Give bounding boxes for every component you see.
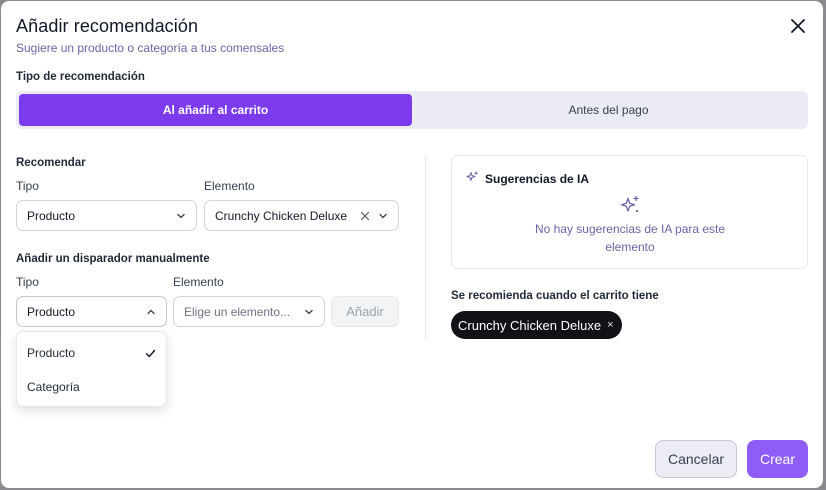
dropdown-option-label: Producto [27,346,76,360]
sparkles-icon [620,195,641,216]
recommend-type-value: Producto [27,208,76,223]
cart-trigger-chip: Crunchy Chicken Deluxe × [451,311,622,339]
add-recommendation-dialog: Añadir recomendación Sugiere un producto… [1,1,823,488]
remove-chip-icon[interactable]: × [607,319,613,331]
recommend-element-select[interactable]: Crunchy Chicken Deluxe [204,200,399,231]
recommend-type-select[interactable]: Producto [16,200,197,231]
manual-element-placeholder: Elige un elemento... [184,304,291,319]
chevron-down-icon [378,211,388,221]
manual-type-label: Tipo [16,275,39,289]
cart-trigger-chip-label: Crunchy Chicken Deluxe [458,317,602,333]
dropdown-option-producto[interactable]: Producto [17,339,166,367]
check-icon [145,348,156,359]
chevron-down-icon [176,211,186,221]
manual-type-select[interactable]: Producto [16,296,167,327]
ai-suggestions-card: Sugerencias de IA No hay sugerencias de … [451,155,808,269]
tab-on-add-to-cart[interactable]: Al añadir al carrito [19,94,412,126]
recommend-section-label: Recomendar [16,157,86,169]
dialog-title: Añadir recomendación [16,16,199,36]
recommend-element-value: Crunchy Chicken Deluxe [215,208,348,223]
recommend-element-label: Elemento [204,179,255,193]
type-dropdown-menu: Producto Categoría [16,331,167,407]
manual-element-label: Elemento [173,275,224,289]
ai-suggestions-title: Sugerencias de IA [485,172,590,186]
add-trigger-button[interactable]: Añadir [331,296,399,327]
dropdown-option-categoria[interactable]: Categoría [17,373,166,401]
column-divider [425,155,426,339]
cancel-button[interactable]: Cancelar [655,440,737,478]
sparkles-icon [466,171,479,184]
recommend-type-label: Tipo [16,179,39,193]
recommendation-type-toggle: Al añadir al carrito Antes del pago [16,91,808,129]
chevron-up-icon [146,307,156,317]
clear-icon[interactable] [360,211,370,221]
cart-trigger-label: Se recomienda cuando el carrito tiene [451,290,659,302]
manual-element-select[interactable]: Elige un elemento... [173,296,325,327]
close-icon[interactable] [787,15,809,37]
recommendation-type-label: Tipo de recomendación [16,71,145,83]
tab-before-checkout[interactable]: Antes del pago [412,94,805,126]
manual-type-value: Producto [27,304,76,319]
ai-empty-message: No hay sugerencias de IA para este eleme… [534,222,726,254]
create-button[interactable]: Crear [747,440,808,478]
dropdown-option-label: Categoría [27,380,80,394]
dialog-subtitle: Sugiere un producto o categoría a tus co… [16,41,285,55]
manual-trigger-section-label: Añadir un disparador manualmente [16,253,210,265]
chevron-down-icon [304,307,314,317]
